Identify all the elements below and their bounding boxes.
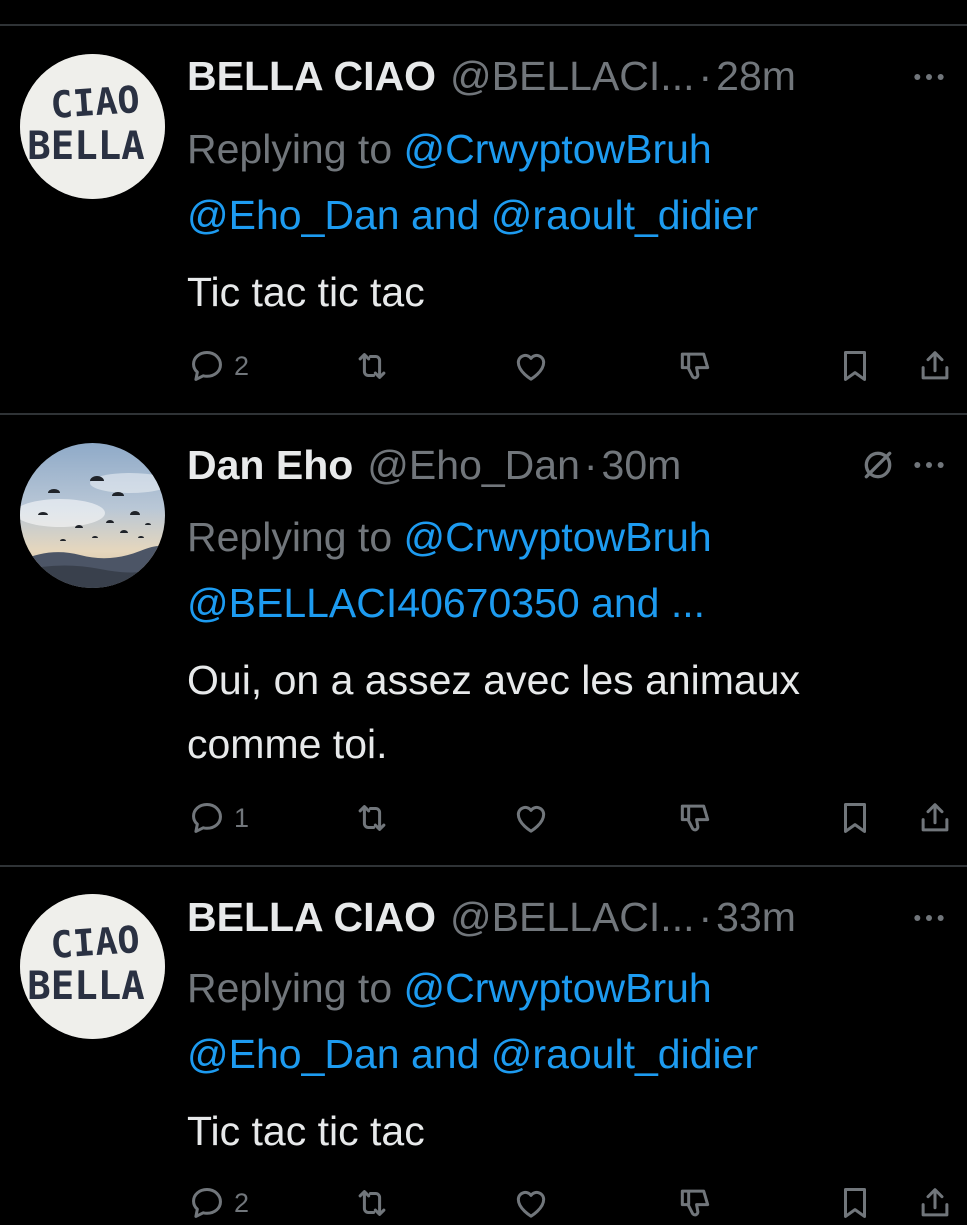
timestamp[interactable]: 33m [716, 894, 796, 941]
share-icon [916, 347, 954, 385]
share-icon [916, 1184, 954, 1222]
dislike-button[interactable] [676, 344, 714, 388]
speech-bubble-icon [188, 1184, 226, 1222]
replying-to-label: Replying to [187, 965, 404, 1011]
dislike-button[interactable] [676, 1181, 714, 1225]
separator-dot: · [698, 893, 713, 940]
bookmark-icon [836, 347, 874, 385]
like-button[interactable] [512, 1181, 550, 1225]
avatar-text-ciao: CIAO [49, 918, 141, 967]
heart-icon [512, 799, 550, 837]
handle[interactable]: @BELLACI... [450, 894, 694, 941]
display-name[interactable]: BELLA CIAO [187, 894, 436, 941]
reply-button[interactable]: 2 [188, 1181, 249, 1225]
avatar[interactable]: CIAO BELLA [20, 894, 165, 1039]
replying-to-label: Replying to [187, 126, 404, 172]
tweet[interactable]: Dan Eho @Eho_Dan · 30m Replying to @Crwy… [0, 415, 967, 865]
like-button[interactable] [512, 796, 550, 840]
mention-link[interactable]: @Eho_Dan [187, 192, 400, 238]
separator-dot: · [583, 441, 598, 488]
heart-icon [512, 1184, 550, 1222]
replying-to-more: @BELLACI40670350 and ... [187, 570, 705, 636]
reply-count: 2 [234, 350, 250, 381]
tweet[interactable]: CIAO BELLA BELLA CIAO @BELLACI... · 28m … [0, 24, 967, 414]
retweet-icon [353, 799, 391, 837]
avatar[interactable]: CIAO BELLA [20, 54, 165, 199]
bookmark-button[interactable] [836, 1181, 874, 1225]
mention-link[interactable]: @CrwyptowBruh [404, 126, 712, 172]
bookmark-button[interactable] [836, 796, 874, 840]
mention-link[interactable]: @raoult_didier [491, 1031, 758, 1077]
tweet-text: Tic tac tic tac [187, 1099, 947, 1163]
mention-joiner: and [399, 192, 491, 238]
tweet[interactable]: CIAO BELLA BELLA CIAO @BELLACI... · 33m … [0, 867, 967, 1218]
mention-link[interactable]: @Eho_Dan [187, 1031, 400, 1077]
thumbs-down-icon [676, 347, 714, 385]
handle[interactable]: @Eho_Dan [367, 442, 580, 489]
bookmark-icon [836, 799, 874, 837]
mention-joiner: and [399, 1031, 491, 1077]
dislike-button[interactable] [676, 796, 714, 840]
retweet-icon [353, 1184, 391, 1222]
heart-icon [512, 347, 550, 385]
retweet-button[interactable] [353, 796, 391, 840]
tweet-header: BELLA CIAO @BELLACI... · 28m [187, 46, 796, 106]
reply-button[interactable]: 1 [188, 796, 249, 840]
replying-to: Replying to @CrwyptowBruh [187, 955, 712, 1021]
reply-count: 1 [234, 802, 250, 833]
display-name[interactable]: Dan Eho [187, 442, 353, 489]
replying-to-more: @Eho_Dan and @raoult_didier [187, 182, 758, 248]
replying-to-more: @Eho_Dan and @raoult_didier [187, 1021, 758, 1087]
replying-to-label: Replying to [187, 514, 404, 560]
avatar-text-bella: BELLA [27, 124, 144, 169]
share-button[interactable] [916, 796, 954, 840]
share-button[interactable] [916, 344, 954, 388]
share-icon [916, 799, 954, 837]
speech-bubble-icon [188, 799, 226, 837]
mention-link[interactable]: @raoult_didier [491, 192, 758, 238]
handle[interactable]: @BELLACI... [450, 53, 694, 100]
tweet-text-line: Tic tac tic tac [187, 269, 425, 315]
tweet-text: Oui, on a assez avec les animaux comme t… [187, 648, 947, 776]
replying-to: Replying to @CrwyptowBruh [187, 504, 712, 570]
retweet-icon [353, 347, 391, 385]
mute-icon[interactable] [858, 445, 898, 485]
speech-bubble-icon [188, 347, 226, 385]
separator-dot: · [698, 52, 713, 99]
timestamp[interactable]: 28m [716, 53, 796, 100]
retweet-button[interactable] [353, 1181, 391, 1225]
ellipsis-icon[interactable] [909, 898, 949, 938]
reply-count: 2 [234, 1187, 250, 1218]
avatar-text-ciao: CIAO [49, 78, 141, 127]
ellipsis-icon[interactable] [909, 57, 949, 97]
tweet-text: Tic tac tic tac [187, 260, 947, 324]
display-name[interactable]: BELLA CIAO [187, 53, 436, 100]
avatar-text-bella: BELLA [27, 964, 144, 1009]
tweet-text-line: Tic tac tic tac [187, 1108, 425, 1154]
tweet-text-line: comme toi. [187, 721, 388, 767]
avatar[interactable] [20, 443, 165, 588]
timestamp[interactable]: 30m [602, 442, 682, 489]
ellipsis-icon[interactable] [909, 445, 949, 485]
mention-link[interactable]: @CrwyptowBruh [404, 514, 712, 560]
replying-to: Replying to @CrwyptowBruh [187, 116, 712, 182]
share-button[interactable] [916, 1181, 954, 1225]
mention-link[interactable]: @BELLACI40670350 and ... [187, 580, 705, 626]
retweet-button[interactable] [353, 344, 391, 388]
thumbs-down-icon [676, 1184, 714, 1222]
tweet-header: Dan Eho @Eho_Dan · 30m [187, 435, 681, 495]
timeline[interactable]: CIAO BELLA BELLA CIAO @BELLACI... · 28m … [0, 0, 967, 1218]
tweet-text-line: Oui, on a assez avec les animaux [187, 657, 801, 703]
mention-link[interactable]: @CrwyptowBruh [404, 965, 712, 1011]
tweet-header: BELLA CIAO @BELLACI... · 33m [187, 887, 796, 947]
bookmark-icon [836, 1184, 874, 1222]
bookmark-button[interactable] [836, 344, 874, 388]
thumbs-down-icon [676, 799, 714, 837]
like-button[interactable] [512, 344, 550, 388]
reply-button[interactable]: 2 [188, 344, 249, 388]
